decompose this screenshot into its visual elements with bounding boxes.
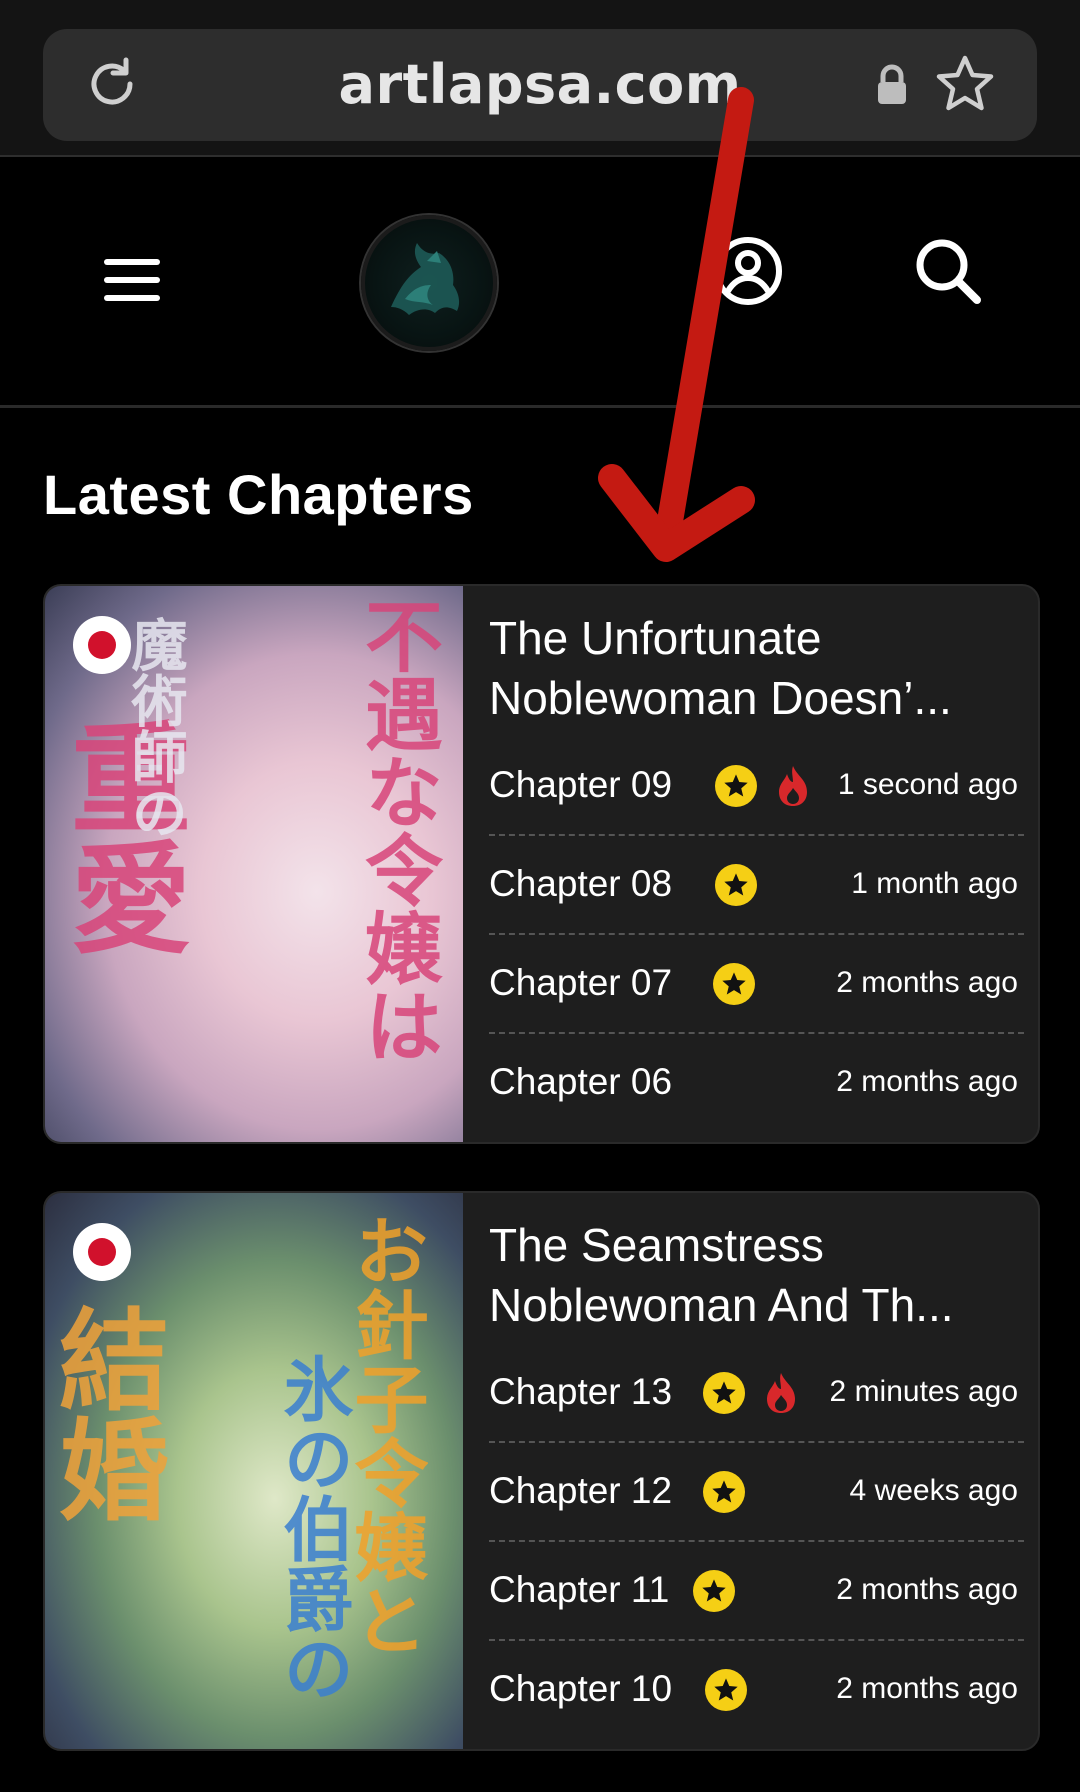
timestamp: 4 weeks ago [849, 1474, 1018, 1507]
chapter-label[interactable]: Chapter 07 [489, 934, 672, 1032]
chapter-row[interactable]: Chapter 11 2 months ago [489, 1541, 1024, 1641]
hamburger-menu-icon[interactable] [104, 257, 160, 303]
timestamp: 2 months ago [836, 966, 1018, 999]
timestamp: 1 second ago [837, 768, 1018, 801]
timestamp: 2 months ago [836, 1672, 1018, 1705]
series-card[interactable]: 不遇な令嬢は 重愛 魔術師の The Unfortunate Noblewoma… [43, 584, 1040, 1144]
page: artlapsa.com Latest Chapters 不遇な令嬢は 重愛 魔… [0, 0, 1080, 1792]
chapter-row[interactable]: Chapter 13 2 minutes ago [489, 1343, 1024, 1443]
series-cover-image[interactable]: 不遇な令嬢は 重愛 魔術師の [45, 586, 463, 1142]
fire-icon [767, 1373, 795, 1413]
chapter-row[interactable]: Chapter 12 4 weeks ago [489, 1442, 1024, 1542]
japan-flag-icon [73, 616, 131, 674]
series-info: The Unfortunate Noblewoman Doesn’... Cha… [489, 586, 1024, 1142]
star-badge-icon [703, 1372, 745, 1414]
chapter-label[interactable]: Chapter 12 [489, 1442, 672, 1540]
series-card[interactable]: お針子令嬢と 氷の伯爵の 結婚 The Seamstress Noblewoma… [43, 1191, 1040, 1751]
star-badge-icon [703, 1471, 745, 1513]
star-badge-icon [715, 765, 757, 807]
timestamp: 2 months ago [836, 1065, 1018, 1098]
chapter-label[interactable]: Chapter 06 [489, 1033, 672, 1131]
timestamp: 1 month ago [851, 867, 1018, 900]
star-badge-icon [705, 1669, 747, 1711]
timestamp: 2 minutes ago [829, 1375, 1018, 1408]
timestamp: 2 months ago [836, 1573, 1018, 1606]
star-badge-icon [693, 1570, 735, 1612]
series-info: The Seamstress Noblewoman And Th... Chap… [489, 1193, 1024, 1749]
chapter-row[interactable]: Chapter 10 2 months ago [489, 1640, 1024, 1738]
chapter-row[interactable]: Chapter 09 1 second ago [489, 736, 1024, 836]
address-bar[interactable]: artlapsa.com [43, 29, 1037, 141]
site-logo[interactable] [361, 215, 497, 351]
japan-flag-icon [73, 1223, 131, 1281]
chapter-row[interactable]: Chapter 07 2 months ago [489, 934, 1024, 1034]
series-cover-image[interactable]: お針子令嬢と 氷の伯爵の 結婚 [45, 1193, 463, 1749]
fire-icon [779, 766, 807, 806]
site-header [0, 157, 1080, 408]
page-title: Latest Chapters [43, 463, 474, 526]
chapter-label[interactable]: Chapter 13 [489, 1343, 672, 1441]
browser-toolbar: artlapsa.com [0, 0, 1080, 157]
user-account-icon[interactable] [712, 235, 784, 307]
chapter-label[interactable]: Chapter 08 [489, 835, 672, 933]
search-icon[interactable] [914, 237, 982, 305]
chapter-row[interactable]: Chapter 06 2 months ago [489, 1033, 1024, 1131]
star-badge-icon [715, 864, 757, 906]
lock-icon [878, 64, 906, 104]
chapter-row[interactable]: Chapter 08 1 month ago [489, 835, 1024, 935]
chapter-label[interactable]: Chapter 11 [489, 1541, 669, 1639]
series-title[interactable]: The Seamstress Noblewoman And Th... [489, 1215, 1024, 1335]
chapter-label[interactable]: Chapter 10 [489, 1640, 672, 1738]
bookmark-star-icon[interactable] [934, 53, 996, 115]
star-badge-icon [713, 963, 755, 1005]
chapter-label[interactable]: Chapter 09 [489, 736, 672, 834]
wolf-logo-icon [391, 243, 460, 315]
series-title[interactable]: The Unfortunate Noblewoman Doesn’... [489, 608, 1024, 728]
